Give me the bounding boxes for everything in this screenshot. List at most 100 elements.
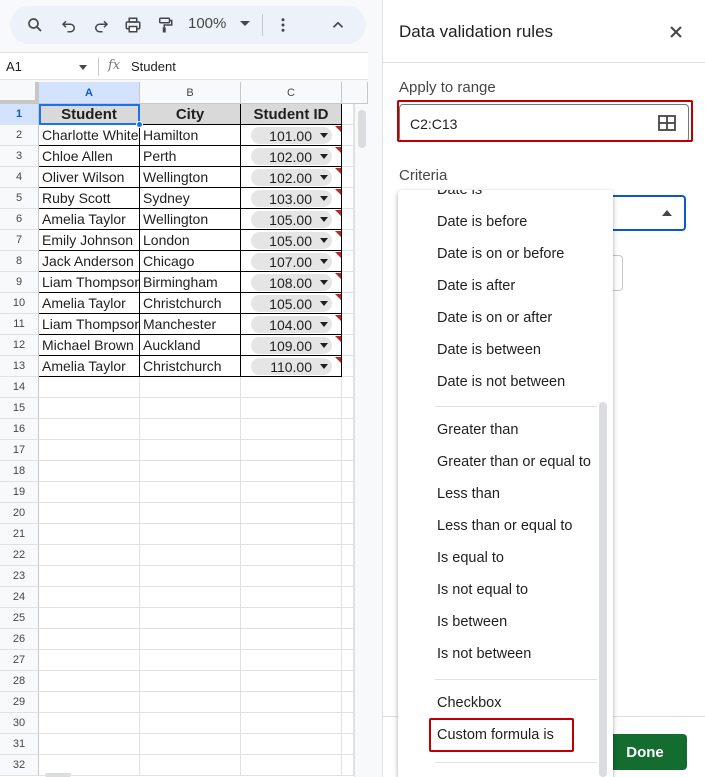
empty-cell[interactable]: [39, 629, 140, 650]
empty-cell[interactable]: [342, 692, 354, 713]
row-header-2[interactable]: 2: [0, 125, 39, 146]
city-cell[interactable]: Christchurch: [140, 293, 241, 314]
header-cell[interactable]: Student: [39, 104, 140, 125]
student-cell[interactable]: Michael Brown: [39, 335, 140, 356]
empty-cell[interactable]: [241, 629, 342, 650]
empty-cell[interactable]: [140, 503, 241, 524]
empty-cell[interactable]: [140, 629, 241, 650]
column-header-d[interactable]: [342, 82, 368, 104]
empty-cell[interactable]: [342, 524, 354, 545]
menu-scrollbar[interactable]: [599, 402, 607, 777]
vertical-scrollbar[interactable]: [354, 104, 368, 777]
empty-cell[interactable]: [140, 692, 241, 713]
menu-item[interactable]: Date is before: [437, 214, 527, 230]
chip-caret-icon[interactable]: [320, 238, 328, 243]
dropdown-chip[interactable]: 105.00: [251, 232, 332, 249]
empty-cell[interactable]: [342, 251, 354, 272]
empty-cell[interactable]: [241, 713, 342, 734]
empty-cell[interactable]: [342, 272, 354, 293]
empty-cell[interactable]: [342, 608, 354, 629]
empty-cell[interactable]: [342, 545, 354, 566]
city-cell[interactable]: Birmingham: [140, 272, 241, 293]
empty-cell[interactable]: [140, 566, 241, 587]
name-box-caret-icon[interactable]: [79, 65, 87, 70]
empty-cell[interactable]: [39, 650, 140, 671]
empty-cell[interactable]: [342, 650, 354, 671]
menu-item[interactable]: Greater than: [437, 422, 518, 438]
row-header-23[interactable]: 23: [0, 566, 39, 587]
empty-cell[interactable]: [342, 587, 354, 608]
student-cell[interactable]: Charlotte White: [39, 125, 140, 146]
empty-cell[interactable]: [241, 482, 342, 503]
dropdown-chip[interactable]: 105.00: [251, 211, 332, 228]
menu-item[interactable]: Date is not between: [437, 374, 565, 390]
empty-cell[interactable]: [39, 482, 140, 503]
row-header-7[interactable]: 7: [0, 230, 39, 251]
paint-format-icon[interactable]: [154, 14, 176, 36]
empty-cell[interactable]: [241, 692, 342, 713]
collapse-chevron-icon[interactable]: [327, 14, 349, 36]
menu-item[interactable]: Date is: [437, 190, 482, 198]
empty-cell[interactable]: [342, 419, 354, 440]
empty-cell[interactable]: [241, 503, 342, 524]
empty-cell[interactable]: [39, 545, 140, 566]
empty-cell[interactable]: [241, 419, 342, 440]
menu-item[interactable]: Less than or equal to: [437, 518, 572, 534]
row-header-6[interactable]: 6: [0, 209, 39, 230]
dropdown-chip[interactable]: 109.00: [251, 337, 332, 354]
empty-cell[interactable]: [241, 461, 342, 482]
row-header-16[interactable]: 16: [0, 419, 39, 440]
menu-item[interactable]: Date is on or before: [437, 246, 564, 262]
empty-cell[interactable]: [140, 608, 241, 629]
empty-cell[interactable]: [140, 671, 241, 692]
menu-item[interactable]: Checkbox: [437, 695, 501, 711]
empty-cell[interactable]: [140, 755, 241, 776]
dropdown-chip[interactable]: 103.00: [251, 190, 332, 207]
row-header-18[interactable]: 18: [0, 461, 39, 482]
row-header-30[interactable]: 30: [0, 713, 39, 734]
menu-item[interactable]: Date is after: [437, 278, 515, 294]
city-cell[interactable]: Perth: [140, 146, 241, 167]
empty-cell[interactable]: [241, 650, 342, 671]
dropdown-chip[interactable]: 101.00: [251, 127, 332, 144]
empty-cell[interactable]: [39, 461, 140, 482]
zoom-caret-icon[interactable]: [240, 21, 250, 26]
city-cell[interactable]: Wellington: [140, 167, 241, 188]
empty-cell[interactable]: [140, 398, 241, 419]
undo-icon[interactable]: [58, 14, 80, 36]
row-header-13[interactable]: 13: [0, 356, 39, 377]
column-header-c[interactable]: C: [241, 82, 342, 104]
search-icon[interactable]: [24, 14, 46, 36]
chip-caret-icon[interactable]: [320, 175, 328, 180]
dropdown-chip[interactable]: 104.00: [251, 316, 332, 333]
select-all-corner[interactable]: [0, 82, 39, 104]
column-header-a[interactable]: A: [39, 82, 140, 104]
row-header-24[interactable]: 24: [0, 587, 39, 608]
empty-cell[interactable]: [39, 398, 140, 419]
empty-cell[interactable]: [39, 713, 140, 734]
city-cell[interactable]: Chicago: [140, 251, 241, 272]
header-cell[interactable]: Student ID: [241, 104, 342, 125]
student-cell[interactable]: Amelia Taylor: [39, 293, 140, 314]
zoom-level[interactable]: 100%: [188, 15, 226, 32]
empty-cell[interactable]: [39, 671, 140, 692]
menu-item[interactable]: Is not equal to: [437, 582, 528, 598]
student-cell[interactable]: Liam Thompson: [39, 272, 140, 293]
row-header-5[interactable]: 5: [0, 188, 39, 209]
empty-cell[interactable]: [39, 755, 140, 776]
empty-cell[interactable]: [342, 713, 354, 734]
menu-item[interactable]: Is between: [437, 614, 507, 630]
dropdown-chip[interactable]: 105.00: [251, 295, 332, 312]
city-cell[interactable]: London: [140, 230, 241, 251]
empty-cell[interactable]: [140, 587, 241, 608]
menu-item[interactable]: Date is on or after: [437, 310, 552, 326]
row-header-14[interactable]: 14: [0, 377, 39, 398]
city-cell[interactable]: Wellington: [140, 209, 241, 230]
student-cell[interactable]: Ruby Scott: [39, 188, 140, 209]
empty-cell[interactable]: [241, 545, 342, 566]
empty-cell[interactable]: [342, 734, 354, 755]
name-box[interactable]: A1: [6, 59, 22, 74]
chip-caret-icon[interactable]: [320, 301, 328, 306]
empty-cell[interactable]: [140, 524, 241, 545]
dropdown-chip[interactable]: 108.00: [251, 274, 332, 291]
